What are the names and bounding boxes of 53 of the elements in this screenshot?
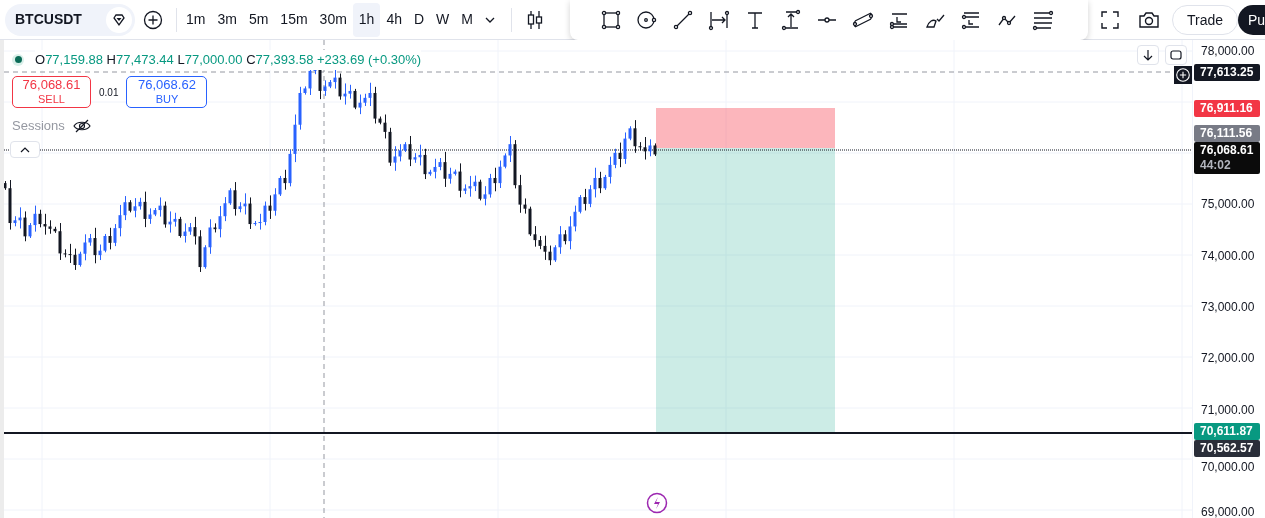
auto-scale-button[interactable]: [1165, 45, 1187, 65]
candlestick-icon[interactable]: [526, 9, 544, 30]
sell-button[interactable]: 76,068.61 SELL: [12, 76, 91, 108]
interval-tab[interactable]: 30m: [313, 2, 353, 37]
symbol-search[interactable]: BTCUSDT: [5, 3, 135, 36]
price-tag: 76,911.16: [1194, 100, 1260, 117]
price-tick: 75,000.00: [1201, 197, 1255, 211]
price-tick: 69,000.00: [1201, 505, 1255, 518]
price-tag: 76,111.56: [1194, 125, 1260, 142]
lines-icon[interactable]: [960, 9, 982, 31]
interval-tab[interactable]: 1h: [352, 2, 381, 37]
primary-button[interactable]: Pu: [1238, 5, 1265, 35]
price-tick: 74,000.00: [1201, 249, 1255, 263]
quantity-text: 0.01: [99, 85, 119, 100]
buy-button[interactable]: 76,068.62 BUY: [126, 76, 208, 108]
rectangle-icon[interactable]: [600, 9, 622, 31]
arrow-down-icon: [1143, 49, 1153, 61]
interval-tab[interactable]: 1m: [180, 2, 212, 37]
fullscreen-icon[interactable]: [1100, 10, 1120, 30]
trade-button[interactable]: Trade: [1172, 5, 1239, 35]
rounded-square-icon: [1170, 50, 1182, 60]
scroll-down-button[interactable]: [1137, 45, 1159, 65]
interval-tab[interactable]: D: [408, 2, 431, 37]
ohlc-legend: O77,159.88 H77,473.44 L77,000.00 C77,393.58 +233.69 (+0.30%): [35, 50, 422, 70]
price-tick: 72,000.00: [1201, 351, 1255, 365]
interval-tab[interactable]: W: [430, 2, 456, 37]
price-tick: 70,000.00: [1201, 460, 1255, 474]
measure-icon[interactable]: [708, 9, 730, 31]
sessions-label: Sessions: [12, 117, 65, 135]
eye-off-icon[interactable]: [72, 117, 91, 134]
price-tag: 70,611.87: [1194, 423, 1260, 440]
price-tick: 73,000.00: [1201, 300, 1255, 314]
camera-icon[interactable]: [1138, 10, 1160, 30]
status-dot-icon: [12, 53, 24, 66]
price-tick: 78,000.00: [1201, 44, 1255, 58]
interval-tab[interactable]: 3m: [211, 2, 243, 37]
interval-tab[interactable]: M: [455, 2, 479, 37]
interval-tab[interactable]: 15m: [274, 2, 314, 37]
menu-lines-icon[interactable]: [1032, 9, 1054, 31]
plus-circle-icon[interactable]: [1174, 66, 1192, 84]
vertical-measure-icon[interactable]: [780, 9, 802, 31]
circle-icon[interactable]: [636, 9, 658, 31]
interval-tab[interactable]: 5m: [242, 2, 275, 37]
price-tag: 70,562.57: [1194, 440, 1260, 457]
price-tag: 76,068.61 44:02: [1194, 142, 1260, 174]
plus-circle-icon[interactable]: [143, 9, 163, 30]
price-tag: 77,613.25: [1194, 64, 1260, 81]
lightning-icon[interactable]: [646, 492, 668, 514]
line-icon[interactable]: [672, 9, 694, 31]
collapse-button[interactable]: [10, 141, 40, 158]
price-tick: 71,000.00: [1201, 403, 1255, 417]
chevron-up-icon: [20, 146, 30, 153]
interval-tab[interactable]: 4h: [380, 2, 408, 37]
